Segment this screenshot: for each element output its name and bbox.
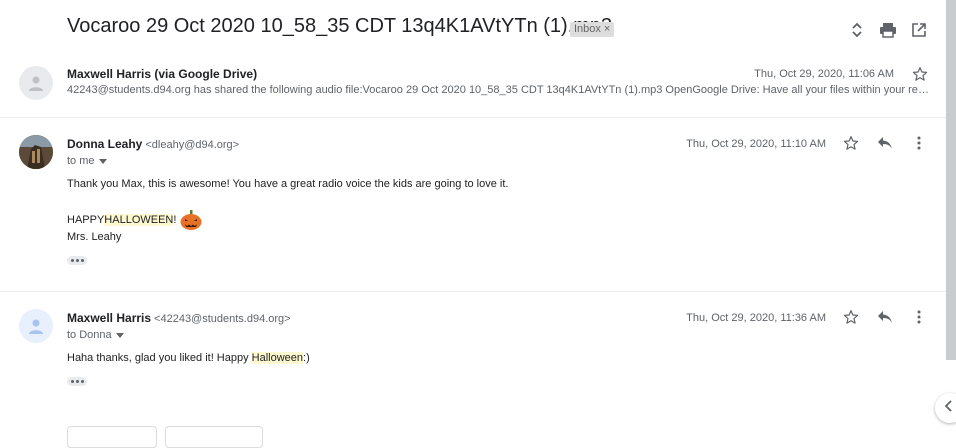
message-sender[interactable]: Maxwell Harris <box>67 311 151 325</box>
unfold-icon[interactable] <box>847 20 867 40</box>
reply-icon[interactable] <box>875 307 895 327</box>
message-date: Thu, Oct 29, 2020, 11:06 AM <box>754 68 894 80</box>
message-body-line: Thank you Max, this is awesome! You have… <box>67 178 509 190</box>
chevron-down-icon <box>115 329 124 341</box>
side-panel-toggle[interactable] <box>935 393 956 423</box>
message-sender[interactable]: Donna Leahy <box>67 137 142 151</box>
recipient-toggle[interactable]: to me <box>67 155 107 167</box>
avatar-photo <box>19 135 53 169</box>
more-vert-icon[interactable] <box>909 133 929 153</box>
star-icon[interactable] <box>910 64 930 84</box>
more-vert-icon[interactable] <box>909 307 929 327</box>
sender-email: <dleahy@d94.org> <box>145 139 240 151</box>
message-snippet[interactable]: 42243@students.d94.org has shared the fo… <box>67 84 929 96</box>
message-date: Thu, Oct 29, 2020, 11:36 AM <box>686 312 826 324</box>
chevron-down-icon <box>98 155 107 167</box>
message-sender[interactable]: Maxwell Harris (via Google Drive) <box>67 67 257 81</box>
reply-icon[interactable] <box>875 133 895 153</box>
star-icon[interactable] <box>841 133 861 153</box>
message-date: Thu, Oct 29, 2020, 11:10 AM <box>686 138 826 150</box>
avatar <box>19 66 53 100</box>
forward-button[interactable] <box>165 426 263 448</box>
print-icon[interactable] <box>878 20 898 40</box>
message-divider <box>0 117 946 118</box>
chevron-left-icon <box>944 399 952 417</box>
body-text: Haha thanks, glad you liked it! Happy <box>67 352 252 364</box>
message-divider <box>0 291 946 292</box>
body-text: HAPPY <box>67 214 105 226</box>
thread-subject: Vocaroo 29 Oct 2020 10_58_35 CDT 13q4K1A… <box>67 15 613 37</box>
message-body-line: HAPPY HALLOWEEN! <box>67 210 202 230</box>
inbox-label-chip[interactable]: Inbox × <box>570 22 615 37</box>
reply-button[interactable] <box>67 426 157 448</box>
signature: Mrs. Leahy <box>67 231 122 243</box>
body-text: ! <box>173 214 177 226</box>
recipient-text: to me <box>67 155 95 167</box>
recipient-text: to Donna <box>67 329 112 341</box>
search-highlight: HALLOWEEN <box>104 214 174 226</box>
star-icon[interactable] <box>841 307 861 327</box>
message-body-line: Haha thanks, glad you liked it! Happy Ha… <box>67 352 310 364</box>
recipient-toggle[interactable]: to Donna <box>67 329 124 341</box>
sender-email: <42243@students.d94.org> <box>154 313 291 325</box>
search-highlight: Halloween <box>251 352 304 364</box>
inbox-label-text: Inbox <box>574 23 601 35</box>
show-trimmed-content-button[interactable] <box>67 377 87 386</box>
remove-label-icon[interactable]: × <box>604 23 610 35</box>
avatar <box>19 309 53 343</box>
show-trimmed-content-button[interactable] <box>67 256 87 265</box>
scrollbar[interactable] <box>946 0 956 360</box>
body-text: :) <box>303 352 310 364</box>
message-sender-row: Donna Leahy <dleahy@d94.org> <box>67 137 239 151</box>
pumpkin-emoji-icon <box>180 210 202 230</box>
message-sender-row: Maxwell Harris <42243@students.d94.org> <box>67 311 291 325</box>
open-in-new-window-icon[interactable] <box>909 20 929 40</box>
